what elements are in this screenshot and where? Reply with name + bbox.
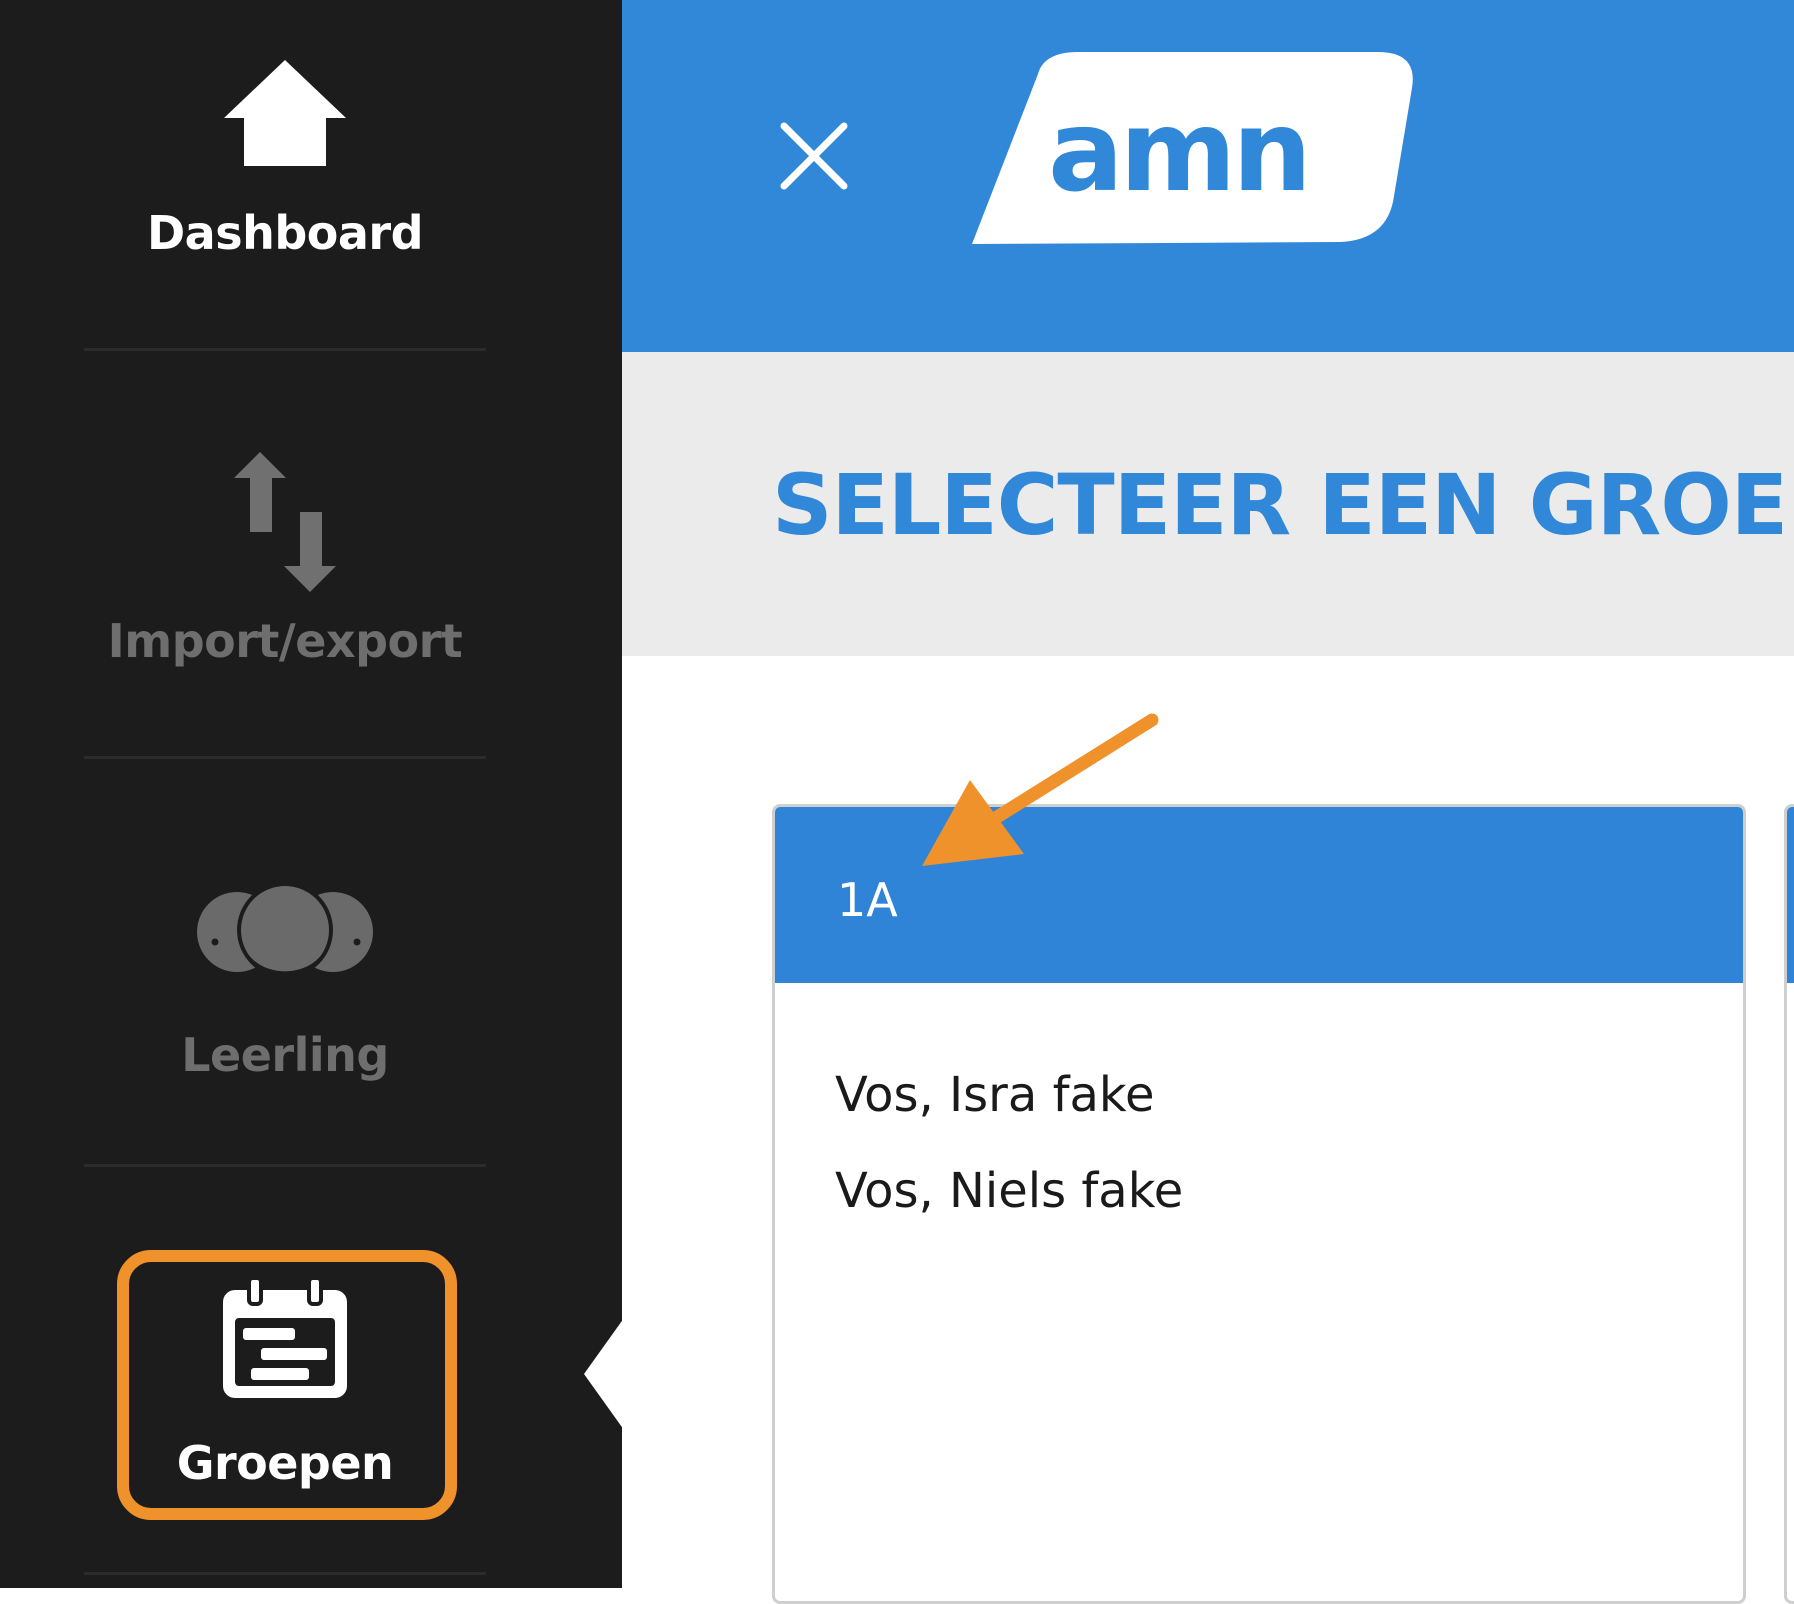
sidebar-item-label: Dashboard [146,206,424,260]
sidebar-item-label: Leerling [181,1028,389,1082]
sidebar-item-label: Groepen [176,1436,394,1490]
page-title: SELECTEER EEN GROEP [772,456,1794,554]
group-card-header [1787,807,1794,983]
students-icon [197,882,373,978]
list-item: Vos, Niels fake [835,1163,1184,1219]
group-name: 1A [837,873,898,927]
sidebar-item-groepen[interactable]: Groepen [0,1270,570,1510]
active-pointer [584,1318,624,1430]
group-card-partial[interactable] [1784,804,1794,1604]
calendar-icon [223,1276,347,1398]
group-card[interactable]: 1A Vos, Isra fake Vos, Niels fake [772,804,1746,1604]
import-export-icon [234,452,336,592]
close-icon[interactable] [776,118,852,194]
annotation-arrow-icon [922,713,1159,866]
sidebar-item-leerling[interactable]: Leerling [0,860,570,1100]
home-icon [224,60,346,166]
list-item: Vos, Isra fake [835,1067,1155,1123]
divider [84,1164,486,1167]
sidebar-item-label: Import/export [107,614,463,668]
sidebar-item-import-export[interactable]: Import/export [0,440,570,690]
divider [84,348,486,351]
sidebar-item-dashboard[interactable]: Dashboard [0,40,570,280]
sidebar: Dashboard Import/export Leerling Groepen [0,0,624,1588]
logo-text: amn [1048,87,1308,217]
amn-logo[interactable]: amn [968,50,1418,246]
divider [84,756,486,759]
divider [84,1572,486,1575]
